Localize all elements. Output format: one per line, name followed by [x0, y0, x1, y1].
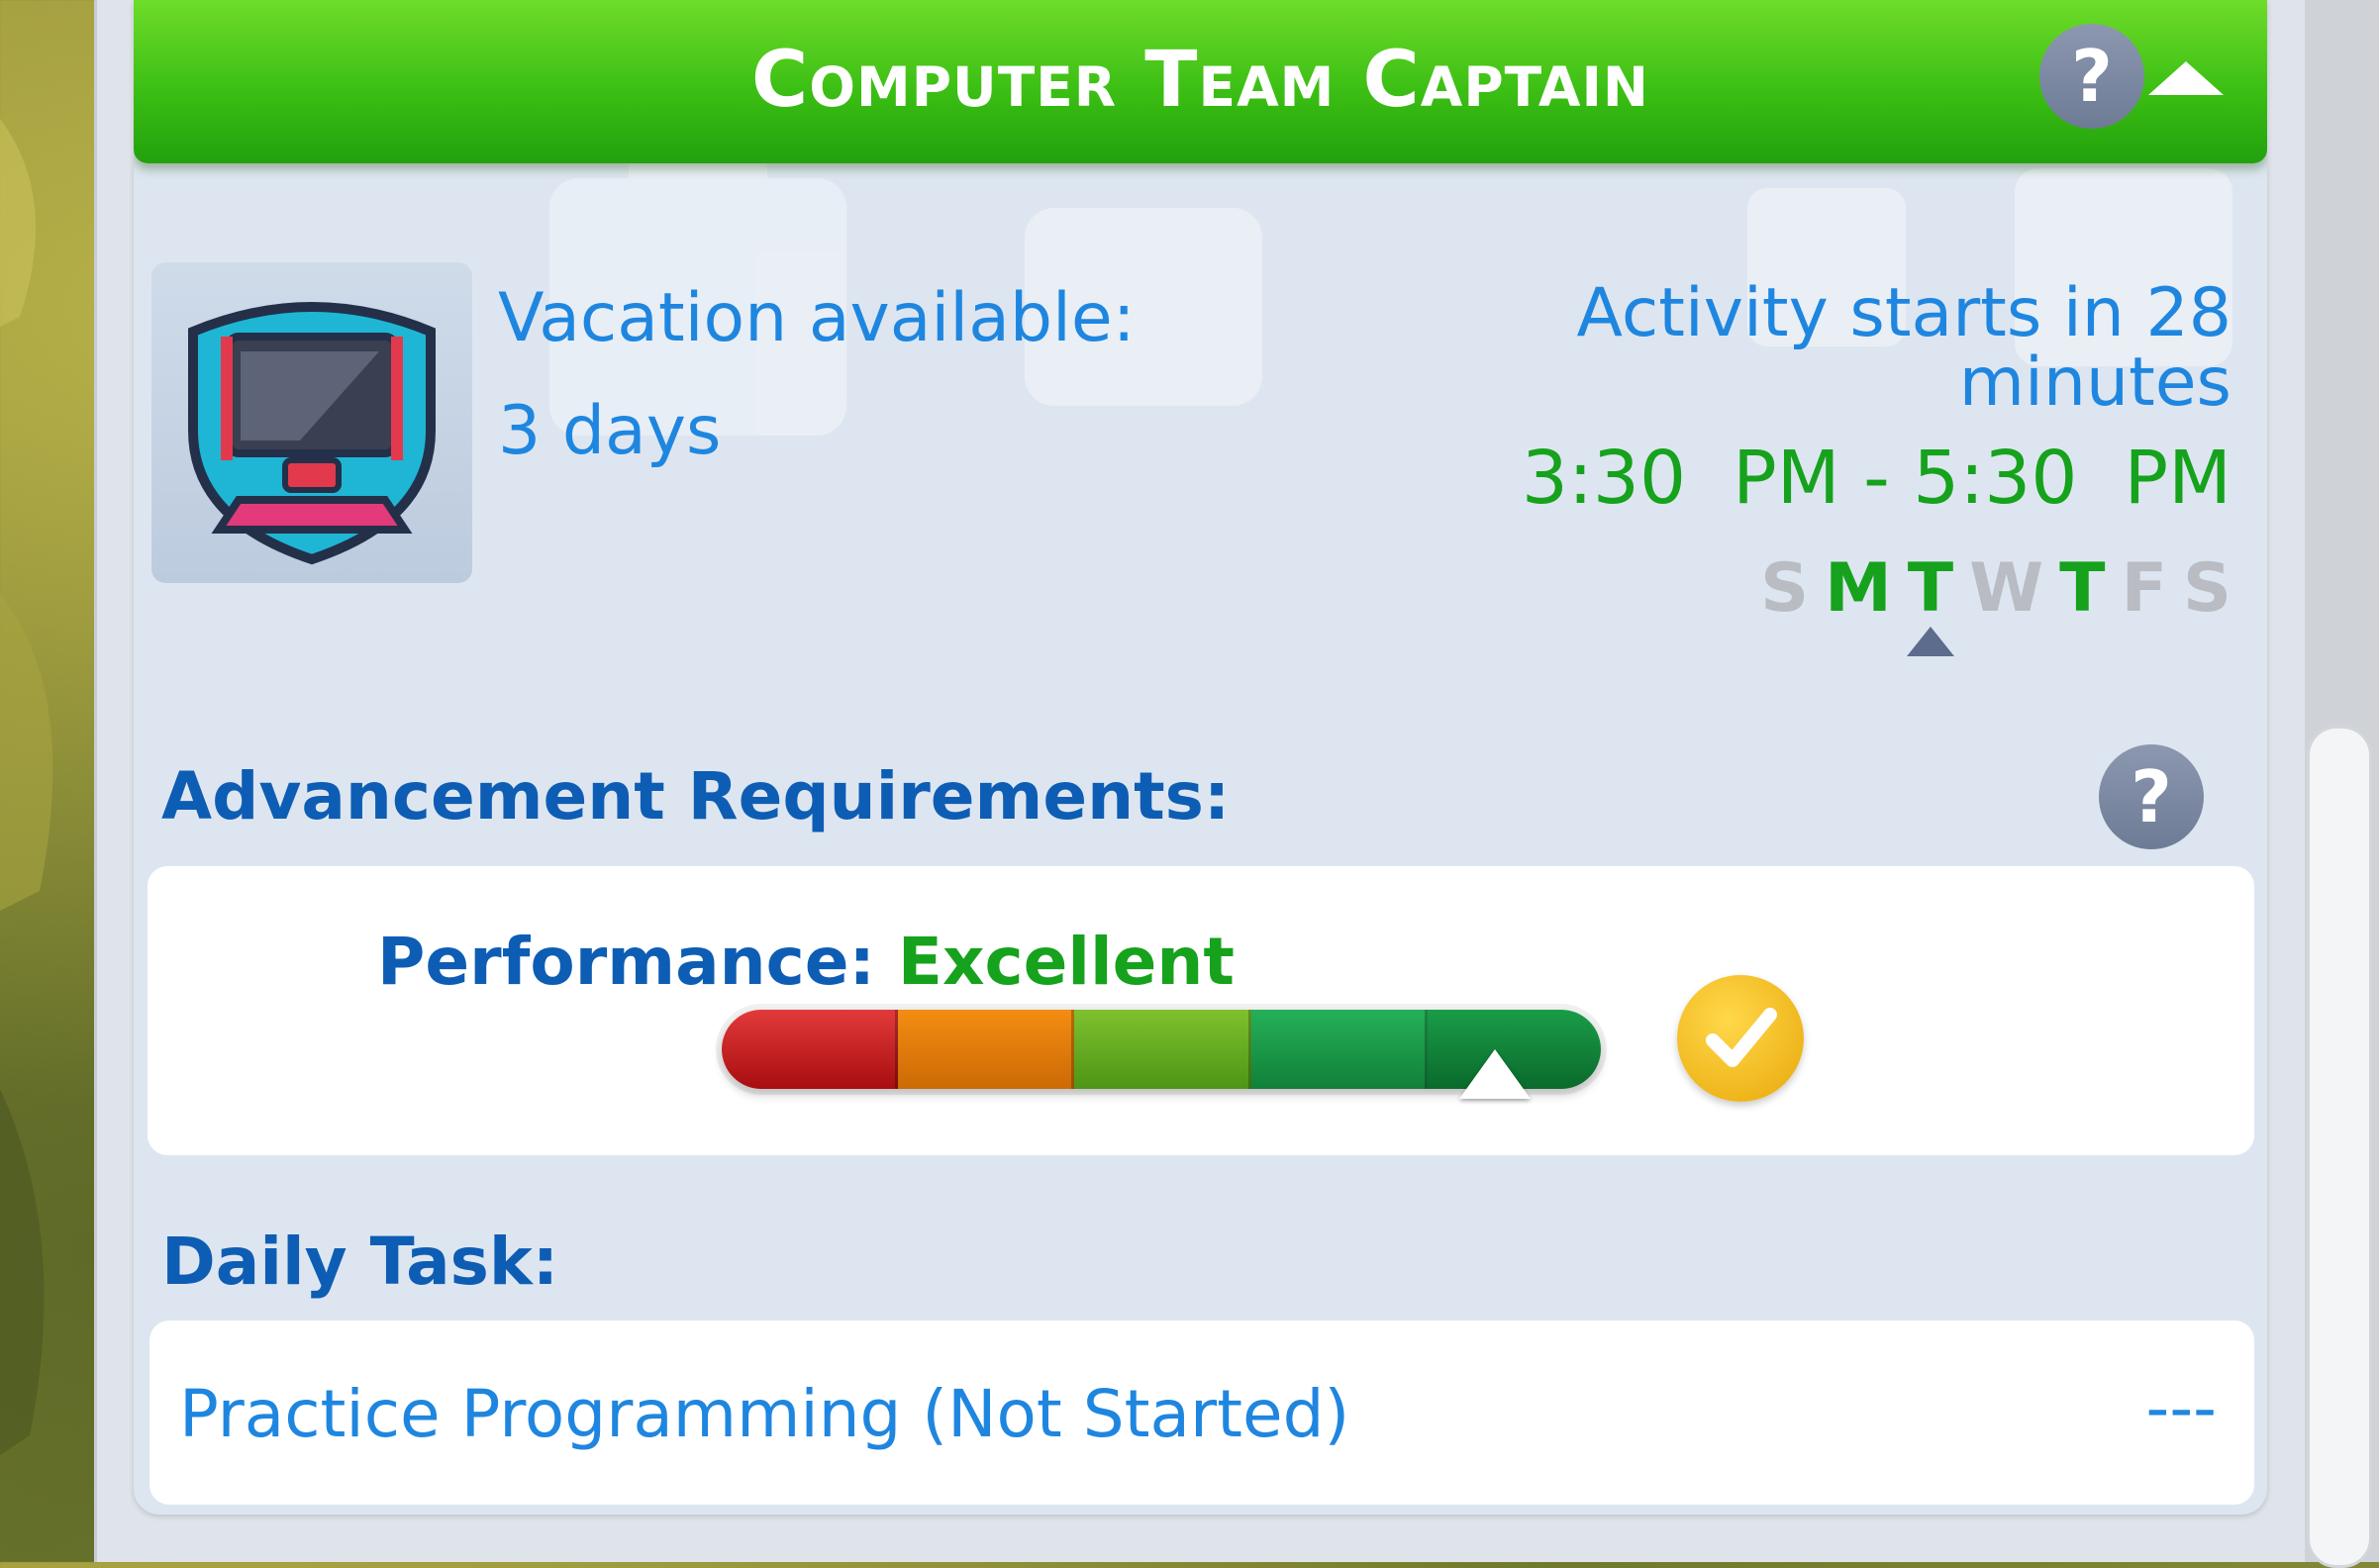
activity-start-text: Activity starts in 28 minutes — [1576, 274, 2231, 422]
work-days: S M T W T F S — [1760, 549, 2231, 628]
vacation-label: Vacation available: — [498, 279, 1136, 357]
day-thursday: T — [2059, 549, 2106, 628]
meter-segment-good — [1250, 1010, 1428, 1089]
today-marker-icon — [1906, 627, 1954, 656]
performance-box: Performance: Excellent — [148, 866, 2254, 1155]
performance-label: Performance: — [377, 924, 875, 1000]
help-icon[interactable]: ? — [2039, 24, 2144, 129]
advancement-label: Advancement Requirements: — [161, 758, 1231, 834]
performance-heading: Performance: Excellent — [148, 924, 1464, 1000]
day-saturday: S — [2183, 549, 2231, 628]
daily-task-status: --- — [2145, 1370, 2217, 1446]
daily-task-row[interactable]: Practice Programming (Not Started) --- — [149, 1321, 2254, 1505]
meter-segment-low — [898, 1010, 1075, 1089]
career-icon-tile — [151, 262, 472, 583]
career-panel: Computer Team Captain ? Vacation availab… — [134, 0, 2267, 1515]
performance-value: Excellent — [897, 924, 1235, 1000]
day-tuesday: T — [1907, 549, 1954, 628]
checkmark-icon — [1677, 975, 1804, 1102]
career-title: Computer Team Captain — [751, 36, 1649, 125]
collapse-arrow-icon[interactable] — [2148, 61, 2224, 95]
scrollbar-thumb[interactable] — [2307, 726, 2372, 1568]
meter-segment-normal — [1074, 1010, 1251, 1089]
day-monday: M — [1825, 549, 1892, 628]
day-friday: F — [2121, 549, 2168, 628]
activity-time-range: 3:30 PM - 5:30 PM — [1521, 436, 2231, 521]
day-wednesday: W — [1969, 549, 2044, 628]
daily-task-label: Daily Task: — [161, 1224, 559, 1300]
day-sunday: S — [1760, 549, 1810, 628]
vacation-value: 3 days — [498, 392, 722, 470]
meter-segment-poor — [722, 1010, 899, 1089]
daily-task-name: Practice Programming (Not Started) — [179, 1376, 1350, 1452]
computer-team-badge-icon — [188, 302, 436, 565]
career-header: Computer Team Captain ? — [134, 0, 2267, 163]
performance-marker-icon — [1459, 1049, 1532, 1099]
advancement-help-icon[interactable]: ? — [2099, 744, 2204, 849]
